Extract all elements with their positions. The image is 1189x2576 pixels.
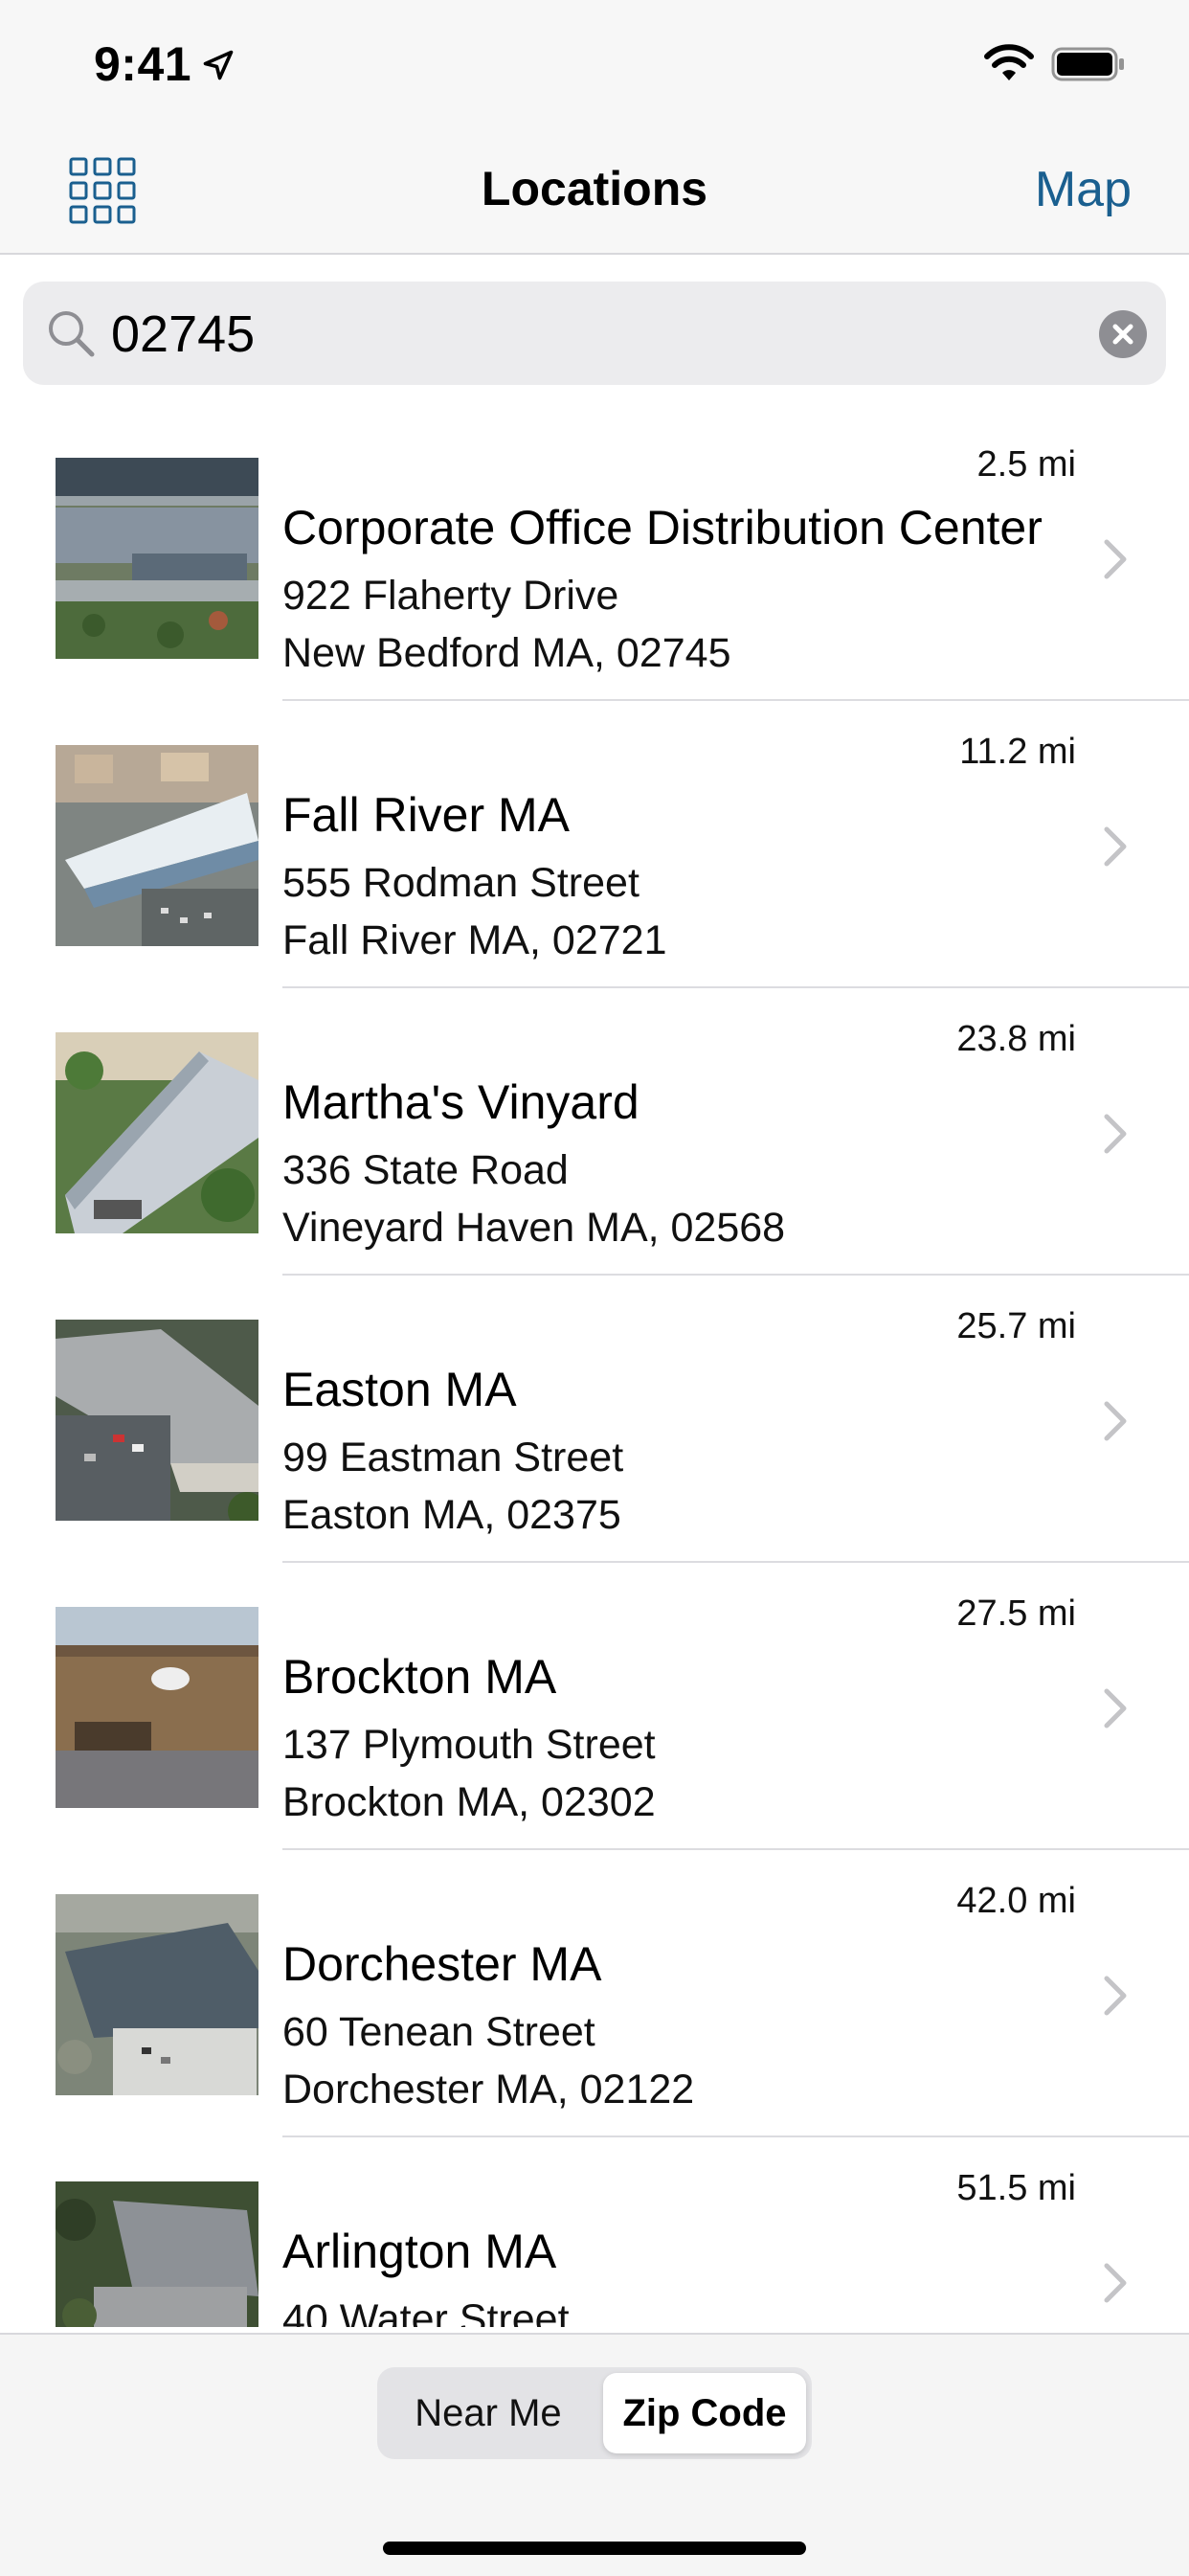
location-name: Brockton MA: [282, 1650, 557, 1704]
location-name: Corporate Office Distribution Center: [282, 501, 1043, 554]
location-name: Martha's Vinyard: [282, 1075, 639, 1129]
distance-label: 42.0 mi: [956, 1881, 1076, 1921]
chevron-right-icon: [1104, 1401, 1127, 1441]
segment-zip-code[interactable]: Zip Code: [603, 2373, 806, 2453]
bottom-toolbar: Near Me Zip Code: [0, 2333, 1189, 2576]
chevron-right-icon: [1104, 826, 1127, 867]
page-title: Locations: [481, 162, 708, 215]
location-street: 137 Plymouth Street: [282, 1722, 656, 1768]
location-photo: [56, 1032, 258, 1233]
location-row[interactable]: 25.7 mi Easton MA 99 Eastman Street East…: [0, 1276, 1189, 1563]
battery-icon: [1051, 47, 1124, 81]
map-button[interactable]: Map: [1035, 161, 1132, 218]
location-city: Easton MA, 02375: [282, 1492, 621, 1538]
location-city: Vineyard Haven MA, 02568: [282, 1205, 786, 1251]
distance-label: 27.5 mi: [956, 1593, 1076, 1634]
segment-near-me[interactable]: Near Me: [383, 2373, 594, 2453]
navigation-bar: Locations Map: [0, 134, 1189, 255]
location-row[interactable]: 42.0 mi Dorchester MA 60 Tenean Street D…: [0, 1850, 1189, 2137]
location-city: Dorchester MA, 02122: [282, 2067, 695, 2113]
location-city: New Bedford MA, 02745: [282, 630, 731, 676]
location-street: 336 State Road: [282, 1147, 569, 1193]
search-mode-segmented-control: Near Me Zip Code: [377, 2367, 812, 2459]
locations-list: 2.5 mi Corporate Office Distribution Cen…: [0, 414, 1189, 2327]
chevron-right-icon: [1104, 2263, 1127, 2303]
location-row[interactable]: 2.5 mi Corporate Office Distribution Cen…: [0, 414, 1189, 701]
location-photo: [56, 745, 258, 946]
location-row[interactable]: 11.2 mi Fall River MA 555 Rodman Street …: [0, 701, 1189, 988]
location-photo: [56, 458, 258, 659]
location-photo: [56, 1894, 258, 2095]
distance-label: 11.2 mi: [959, 732, 1076, 772]
chevron-right-icon: [1104, 1688, 1127, 1729]
location-city: Brockton MA, 02302: [282, 1779, 656, 1825]
location-city: Fall River MA, 02721: [282, 917, 667, 963]
location-street: 99 Eastman Street: [282, 1435, 624, 1480]
location-row[interactable]: 27.5 mi Brockton MA 137 Plymouth Street …: [0, 1563, 1189, 1850]
close-icon: [1112, 324, 1133, 345]
clear-search-button[interactable]: [1099, 310, 1147, 358]
location-photo: [56, 1607, 258, 1808]
location-street: 40 Water Street: [282, 2296, 570, 2327]
distance-label: 51.5 mi: [956, 2168, 1076, 2208]
distance-label: 23.8 mi: [956, 1019, 1076, 1059]
search-icon: [49, 311, 95, 357]
search-bar[interactable]: 02745: [23, 282, 1166, 385]
location-street: 922 Flaherty Drive: [282, 573, 619, 619]
chevron-right-icon: [1104, 539, 1127, 579]
status-time: 9:41: [94, 37, 192, 91]
location-row[interactable]: 51.5 mi Arlington MA 40 Water Street: [0, 2137, 1189, 2327]
location-name: Fall River MA: [282, 788, 571, 842]
location-photo: [56, 1320, 258, 1521]
chevron-right-icon: [1104, 1976, 1127, 2016]
location-row[interactable]: 23.8 mi Martha's Vinyard 336 State Road …: [0, 988, 1189, 1276]
home-indicator: [383, 2542, 806, 2555]
search-input[interactable]: 02745: [111, 305, 255, 364]
location-street: 60 Tenean Street: [282, 2009, 595, 2055]
distance-label: 25.7 mi: [956, 1306, 1076, 1346]
distance-label: 2.5 mi: [976, 444, 1076, 485]
chevron-right-icon: [1104, 1114, 1127, 1154]
location-photo: [56, 2181, 258, 2327]
wifi-icon: [984, 44, 1034, 80]
location-name: Dorchester MA: [282, 1937, 602, 1991]
location-name: Easton MA: [282, 1363, 517, 1416]
location-arrow-icon: [203, 50, 234, 80]
status-bar: 9:41: [0, 0, 1189, 134]
location-name: Arlington MA: [282, 2225, 557, 2278]
location-street: 555 Rodman Street: [282, 860, 639, 906]
